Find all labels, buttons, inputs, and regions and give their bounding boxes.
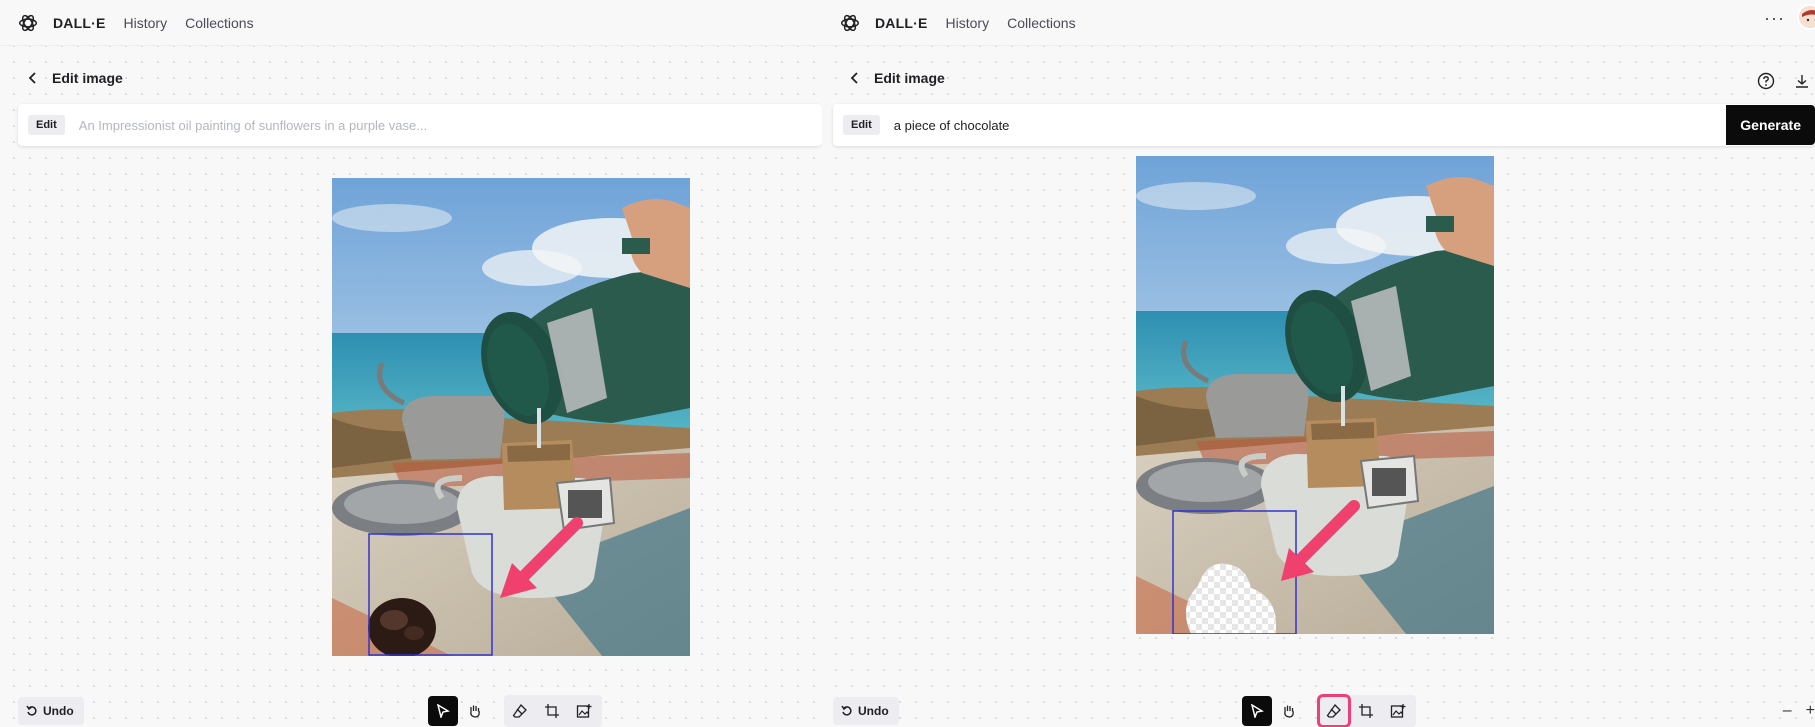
chevron-left-icon — [28, 72, 36, 84]
undo-label: Undo — [43, 704, 74, 718]
back-button[interactable] — [20, 65, 46, 91]
edit-header: Edit image — [822, 58, 1815, 98]
edit-canvas-image[interactable] — [1136, 156, 1494, 634]
help-button[interactable] — [1753, 68, 1779, 94]
tool-bar — [1242, 694, 1416, 727]
top-nav: DALL·E History Collections ··· — [822, 0, 1815, 46]
crop-icon — [1359, 704, 1373, 718]
select-tool[interactable] — [428, 696, 458, 726]
hand-tool[interactable] — [1274, 696, 1304, 726]
back-button[interactable] — [842, 65, 868, 91]
chevron-left-icon — [850, 72, 858, 84]
eraser-tool[interactable] — [505, 696, 535, 726]
brand-label[interactable]: DALL·E — [875, 15, 928, 31]
download-button[interactable] — [1789, 68, 1815, 94]
add-image-icon — [576, 704, 592, 718]
undo-button[interactable]: Undo — [18, 697, 84, 725]
eraser-icon — [1326, 703, 1341, 718]
download-icon — [1796, 75, 1808, 88]
prompt-input[interactable] — [78, 117, 822, 133]
crop-icon — [545, 704, 559, 718]
openai-logo-icon[interactable] — [17, 12, 39, 34]
help-icon — [1757, 72, 1775, 90]
add-image-tool[interactable] — [569, 696, 599, 726]
hand-icon — [470, 705, 480, 718]
avatar-face-icon — [1799, 6, 1815, 28]
tool-bar — [428, 695, 602, 727]
openai-logo-icon[interactable] — [839, 12, 861, 34]
prompt-input[interactable] — [893, 117, 1727, 133]
eraser-icon — [512, 703, 527, 718]
edit-tag: Edit — [28, 115, 65, 135]
hand-tool[interactable] — [460, 696, 490, 726]
edit-tag: Edit — [843, 115, 880, 135]
generate-button[interactable]: Generate — [1726, 105, 1815, 145]
more-menu-button[interactable]: ··· — [1764, 8, 1785, 29]
nav-history[interactable]: History — [946, 15, 990, 31]
left-panel: DALL·E History Collections Edit image Ed… — [0, 0, 822, 727]
eraser-tool[interactable] — [1317, 694, 1351, 727]
nav-collections[interactable]: Collections — [185, 15, 253, 31]
crop-tool[interactable] — [537, 696, 567, 726]
undo-button[interactable]: Undo — [833, 697, 899, 725]
top-nav: DALL·E History Collections — [0, 0, 822, 46]
select-icon — [436, 704, 450, 718]
edit-tools-group — [504, 695, 602, 727]
select-icon — [1250, 704, 1264, 718]
zoom-controls: – + — [1783, 702, 1815, 720]
page-title: Edit image — [874, 70, 945, 86]
page-title: Edit image — [52, 70, 123, 86]
select-tool[interactable] — [1242, 696, 1272, 726]
zoom-in-button[interactable]: + — [1806, 702, 1815, 720]
edit-tools-group — [1317, 694, 1416, 727]
undo-icon — [841, 705, 853, 717]
avatar[interactable] — [1797, 4, 1815, 30]
edit-header: Edit image — [0, 58, 822, 98]
prompt-bar: Edit — [18, 104, 822, 146]
hand-icon — [1284, 705, 1294, 718]
edit-canvas-image[interactable] — [332, 178, 690, 656]
zoom-out-button[interactable]: – — [1783, 702, 1792, 720]
header-actions — [1753, 68, 1815, 94]
right-panel: DALL·E History Collections ··· Edit imag… — [822, 0, 1815, 727]
brand-label[interactable]: DALL·E — [53, 15, 106, 31]
crop-tool[interactable] — [1351, 696, 1381, 726]
nav-history[interactable]: History — [124, 15, 168, 31]
prompt-bar: Edit Generate — [833, 104, 1815, 146]
undo-icon — [26, 705, 38, 717]
add-image-icon — [1390, 704, 1406, 718]
add-image-tool[interactable] — [1383, 696, 1413, 726]
nav-collections[interactable]: Collections — [1007, 15, 1075, 31]
undo-label: Undo — [858, 704, 889, 718]
